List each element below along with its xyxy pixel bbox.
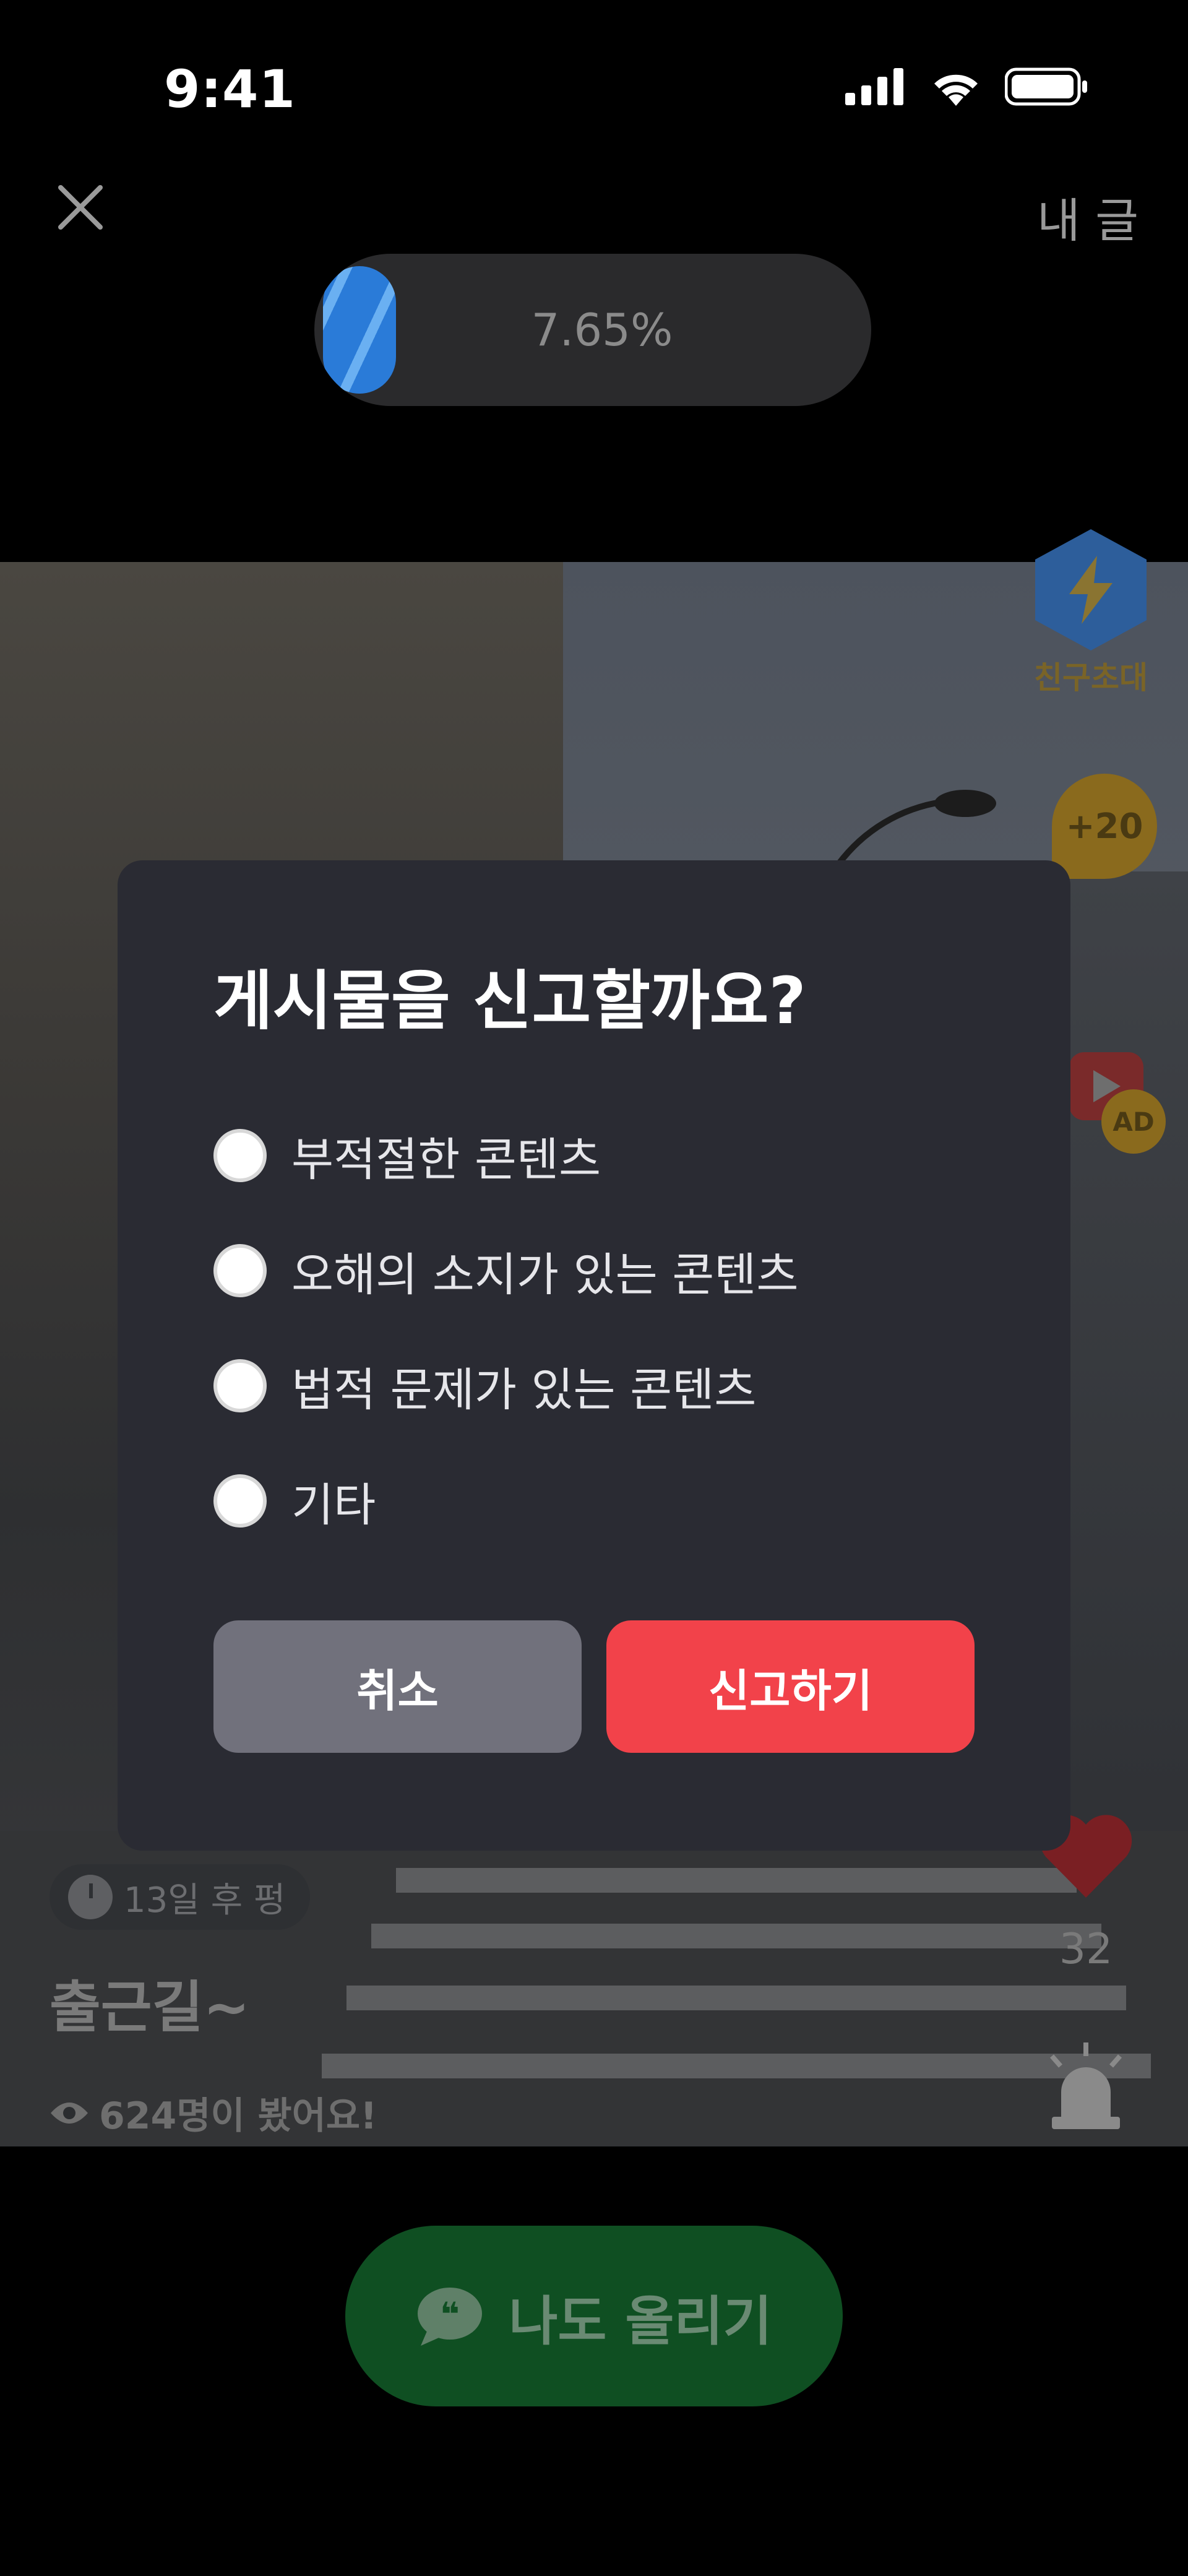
report-option-label: 오해의 소지가 있는 콘텐츠 (291, 1248, 799, 1302)
radio-button[interactable] (213, 1129, 267, 1183)
report-button[interactable]: 신고하기 (606, 1620, 975, 1753)
modal-title: 게시물을 신고할까요? (213, 963, 806, 1039)
report-modal: 게시물을 신고할까요? 부적절한 콘텐츠 오해의 소지가 있는 콘텐츠 법적 문… (118, 860, 1070, 1851)
radio-button[interactable] (213, 1474, 267, 1528)
radio-button[interactable] (213, 1359, 267, 1413)
report-option[interactable]: 오해의 소지가 있는 콘텐츠 (213, 1213, 975, 1328)
report-option-label: 기타 (291, 1478, 376, 1532)
modal-buttons: 취소 신고하기 (213, 1620, 975, 1753)
report-option[interactable]: 법적 문제가 있는 콘텐츠 (213, 1328, 975, 1443)
report-option-label: 법적 문제가 있는 콘텐츠 (291, 1363, 757, 1417)
report-option[interactable]: 부적절한 콘텐츠 (213, 1098, 975, 1213)
report-option[interactable]: 기타 (213, 1443, 975, 1558)
report-option-label: 부적절한 콘텐츠 (291, 1133, 601, 1186)
radio-button[interactable] (213, 1244, 267, 1298)
report-options: 부적절한 콘텐츠 오해의 소지가 있는 콘텐츠 법적 문제가 있는 콘텐츠 기타 (213, 1098, 975, 1558)
cancel-button[interactable]: 취소 (213, 1620, 582, 1753)
